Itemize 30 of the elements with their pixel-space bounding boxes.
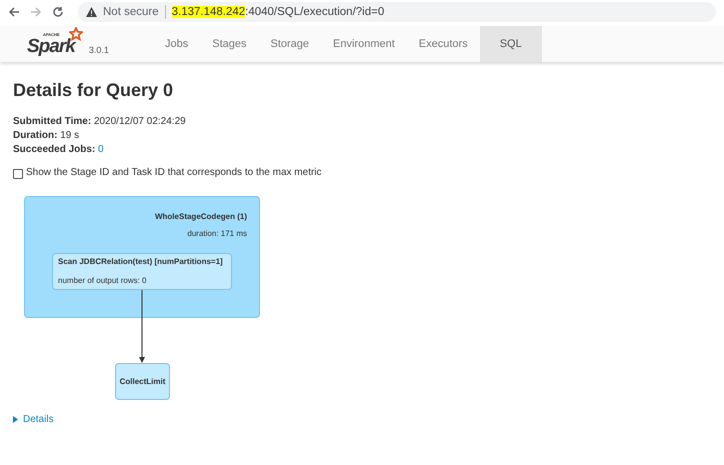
checkbox[interactable] <box>13 169 23 179</box>
nav-tab[interactable]: Jobs <box>153 26 200 62</box>
security-label: Not secure <box>103 6 159 18</box>
summary-label: Submitted Time: <box>13 116 92 127</box>
back-icon[interactable] <box>8 6 20 18</box>
nav-tab[interactable]: Executors <box>406 26 480 62</box>
address-text: 3.137.148.242:4040/SQL/execution/?id=0 <box>172 6 384 18</box>
collect-limit-node: CollectLimit <box>115 363 170 400</box>
node-metric: number of output rows: 0 <box>58 276 148 285</box>
cluster-title: WholeStageCodegen (1) <box>154 211 247 223</box>
caret-icon <box>13 416 18 423</box>
reload-icon[interactable] <box>52 6 64 18</box>
checkbox-label[interactable]: Show the Stage ID and Task ID that corresponds to the max metric <box>26 167 322 178</box>
cluster-metric: duration: 171 ms <box>186 229 247 238</box>
summary-label: Duration: <box>13 130 58 141</box>
node-title: Scan JDBCRelation(test) [numPartitions=1] <box>58 257 224 266</box>
nav-tab[interactable]: Environment <box>321 26 407 62</box>
nav-tab[interactable]: Stages <box>200 26 258 62</box>
nav-tab[interactable]: SQL <box>480 26 542 62</box>
details-link[interactable]: Details <box>13 414 54 425</box>
logo-wordmark: Spark <box>27 37 75 56</box>
address-bar[interactable]: Not secure 3.137.148.242:4040/SQL/execution/?id=0 <box>78 2 716 22</box>
version-label: 3.0.1 <box>88 45 109 55</box>
nav-tab[interactable]: Storage <box>258 26 322 62</box>
warning-icon <box>86 7 97 17</box>
summary-value: 19 s <box>60 130 80 141</box>
summary-value: 2020/12/07 02:24:29 <box>94 116 186 127</box>
summary-link[interactable]: 0 <box>98 144 104 155</box>
page-title: Details for Query 0 <box>13 80 174 101</box>
summary-label: Succeeded Jobs: <box>13 144 96 155</box>
